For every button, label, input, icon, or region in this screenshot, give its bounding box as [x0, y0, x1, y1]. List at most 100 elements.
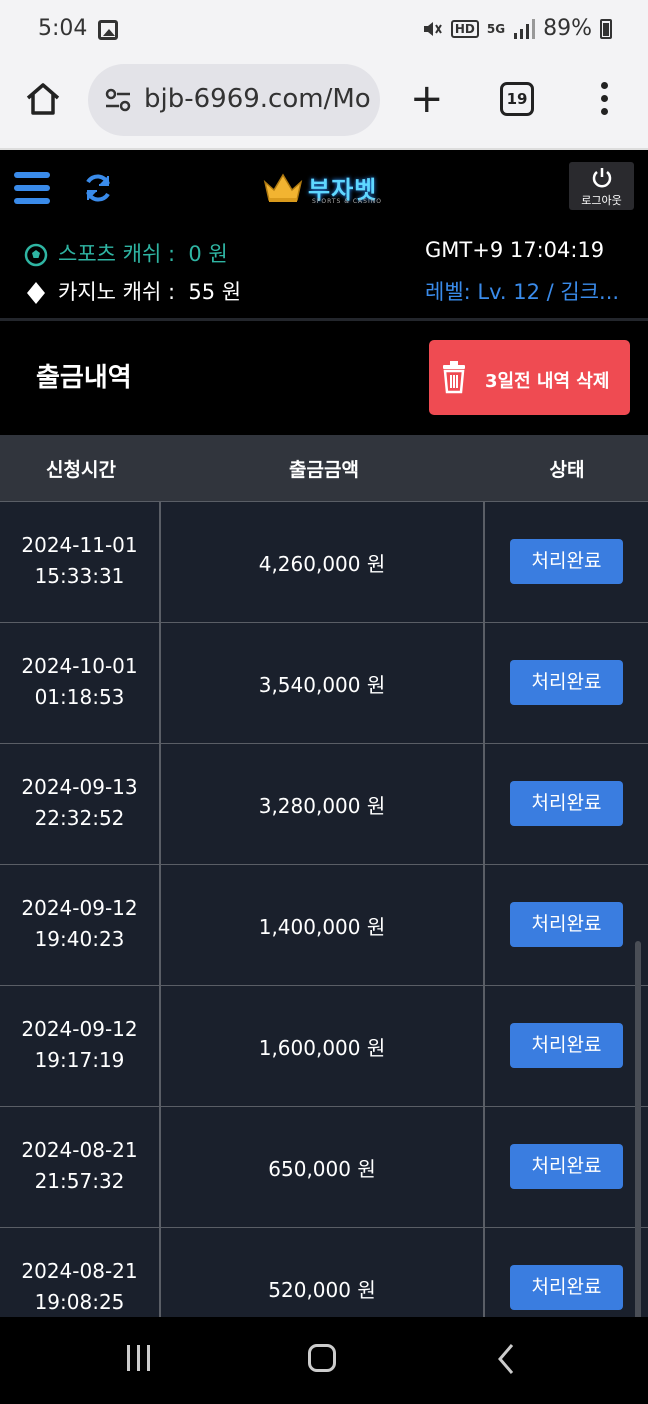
amount-cell: 520,000 원 [161, 1228, 485, 1317]
status-bar: 5:04 HD 5G 89% [0, 0, 648, 62]
status-cell: 처리완료 [485, 865, 648, 986]
mute-icon [423, 21, 442, 36]
request-time-cell: 2024-09-13 22:32:52 [0, 744, 161, 865]
table-row: 2024-09-12 19:17:19 1,600,000 원 처리완료 [0, 985, 648, 1107]
withdrawal-amount: 1,600,000 원 [258, 1036, 386, 1060]
casino-cash-row: 카지노 캐쉬 : 55 원 [24, 276, 241, 306]
request-time: 19:40:23 [34, 927, 125, 951]
page-title: 출금내역 [36, 363, 132, 393]
request-time: 19:17:19 [34, 1048, 125, 1072]
delete-history-label: 3일전 내역 삭제 [485, 371, 610, 392]
withdrawal-amount: 4,260,000 원 [258, 552, 386, 576]
amount-cell: 4,260,000 원 [161, 502, 485, 623]
table-row: 2024-08-21 19:08:25 520,000 원 처리완료 [0, 1227, 648, 1317]
status-cell: 처리완료 [485, 986, 648, 1107]
status-badge[interactable]: 처리완료 [510, 539, 623, 584]
scrollbar[interactable] [635, 941, 641, 1317]
status-cell: 처리완료 [485, 1228, 648, 1317]
request-time-cell: 2024-08-21 21:57:32 [0, 1107, 161, 1228]
logo-subtitle: SPORTS & CASINO [312, 198, 382, 205]
request-time-cell: 2024-08-21 19:08:25 [0, 1228, 161, 1317]
casino-cash-value: 55 원 [188, 280, 242, 304]
request-time-cell: 2024-11-01 15:33:31 [0, 502, 161, 623]
table-row: 2024-09-13 22:32:52 3,280,000 원 처리완료 [0, 743, 648, 865]
nav-home-icon[interactable] [308, 1344, 336, 1372]
status-cell: 처리완료 [485, 744, 648, 865]
soccer-ball-icon [24, 243, 48, 267]
power-icon [592, 168, 612, 188]
site-settings-icon[interactable] [104, 86, 132, 114]
address-bar[interactable]: bjb-6969.com/Mo [88, 64, 380, 136]
server-time: GMT+9 17:04:19 [425, 238, 605, 262]
request-date: 2024-09-12 [21, 1017, 138, 1041]
system-nav-bar [0, 1317, 648, 1404]
table-row: 2024-11-01 15:33:31 4,260,000 원 처리완료 [0, 501, 648, 623]
5g-icon: 5G [486, 21, 506, 36]
status-badge[interactable]: 처리완료 [510, 1023, 623, 1068]
request-time: 01:18:53 [34, 685, 125, 709]
site-logo[interactable]: 부자벳 SPORTS & CASINO [262, 170, 384, 206]
recent-apps-icon[interactable] [127, 1345, 157, 1373]
table-header: 신청시간 출금금액 상태 [0, 435, 648, 501]
withdrawal-amount: 3,540,000 원 [258, 673, 386, 697]
browser-toolbar: bjb-6969.com/Mo + 19 [0, 62, 648, 150]
request-date: 2024-09-13 [21, 775, 138, 799]
sports-cash-value: 0 원 [188, 242, 228, 266]
hd-icon: HD [450, 19, 479, 38]
clock: 5:04 [38, 16, 88, 41]
withdrawal-amount: 520,000 원 [268, 1278, 376, 1302]
column-header-request-time: 신청시간 [46, 459, 116, 481]
request-date: 2024-08-21 [21, 1259, 138, 1283]
amount-cell: 1,600,000 원 [161, 986, 485, 1107]
status-icons: HD 5G 89% [421, 16, 612, 41]
sports-cash-row: 스포츠 캐쉬 : 0 원 [24, 238, 228, 268]
back-icon[interactable] [496, 1343, 516, 1375]
status-cell: 처리완료 [485, 1107, 648, 1228]
tab-switcher-button[interactable]: 19 [500, 82, 534, 116]
request-time-cell: 2024-09-12 19:40:23 [0, 865, 161, 986]
photo-icon [98, 20, 118, 40]
table-row: 2024-09-12 19:40:23 1,400,000 원 처리완료 [0, 864, 648, 986]
request-date: 2024-08-21 [21, 1138, 138, 1162]
refresh-icon[interactable] [82, 172, 114, 204]
amount-cell: 3,540,000 원 [161, 623, 485, 744]
hamburger-menu-icon[interactable] [14, 172, 50, 206]
user-level-link[interactable]: 레벨: Lv. 12 / 김크... [425, 276, 625, 306]
logout-label: 로그아웃 [581, 194, 622, 207]
new-tab-icon[interactable]: + [410, 79, 444, 119]
diamond-icon [27, 282, 45, 304]
request-date: 2024-09-12 [21, 896, 138, 920]
status-badge[interactable]: 처리완료 [510, 1265, 623, 1310]
status-badge[interactable]: 처리완료 [510, 660, 623, 705]
signal-icon [514, 18, 536, 39]
status-badge[interactable]: 처리완료 [510, 781, 623, 826]
page-title-bar: 출금내역 3일전 내역 삭제 [0, 321, 648, 435]
amount-cell: 1,400,000 원 [161, 865, 485, 986]
delete-history-button[interactable]: 3일전 내역 삭제 [429, 340, 630, 415]
request-date: 2024-11-01 [21, 533, 138, 557]
site-header: 부자벳 SPORTS & CASINO 로그아웃 스포츠 캐쉬 : 0 원 카지… [0, 152, 648, 318]
status-badge[interactable]: 처리완료 [510, 1144, 623, 1189]
crown-icon [263, 173, 303, 202]
casino-cash-label: 카지노 캐쉬 : [58, 280, 176, 304]
logout-button[interactable]: 로그아웃 [569, 162, 634, 210]
status-badge[interactable]: 처리완료 [510, 902, 623, 947]
request-time: 21:57:32 [34, 1169, 125, 1193]
request-time: 22:32:52 [34, 806, 125, 830]
withdrawal-table[interactable]: 2024-11-01 15:33:31 4,260,000 원 처리완료 2024… [0, 501, 648, 1317]
request-time: 15:33:31 [34, 564, 125, 588]
browser-menu-icon[interactable] [594, 82, 614, 122]
sports-cash-label: 스포츠 캐쉬 : [58, 242, 176, 266]
request-time: 19:08:25 [34, 1290, 125, 1314]
battery-icon [600, 18, 612, 39]
request-date: 2024-10-01 [21, 654, 138, 678]
column-header-status: 상태 [549, 459, 585, 481]
table-row: 2024-08-21 21:57:32 650,000 원 처리완료 [0, 1106, 648, 1228]
url-text[interactable]: bjb-6969.com/Mo [144, 84, 370, 114]
column-header-amount: 출금금액 [289, 459, 359, 481]
status-cell: 처리완료 [485, 502, 648, 623]
withdrawal-amount: 650,000 원 [268, 1157, 376, 1181]
trash-icon [443, 361, 465, 394]
home-icon[interactable] [24, 80, 62, 118]
amount-cell: 650,000 원 [161, 1107, 485, 1228]
